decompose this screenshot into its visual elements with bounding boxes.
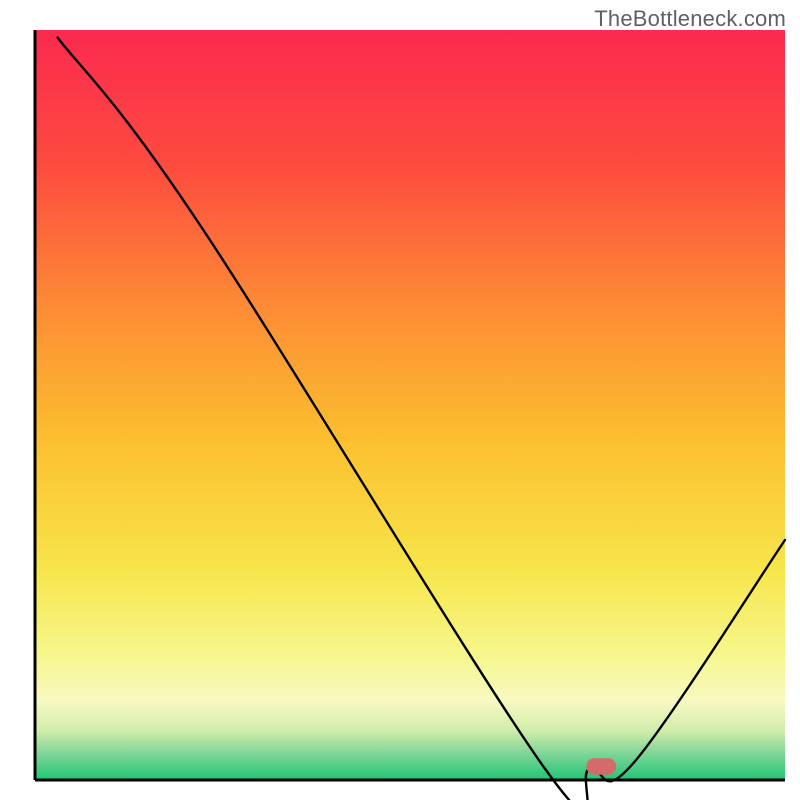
chart-container: { "watermark": "TheBottleneck.com", "cha… (0, 0, 800, 800)
optimal-marker (586, 758, 616, 775)
watermark-text: TheBottleneck.com (594, 6, 786, 32)
gradient-background (35, 30, 785, 780)
bottleneck-chart (0, 0, 800, 800)
